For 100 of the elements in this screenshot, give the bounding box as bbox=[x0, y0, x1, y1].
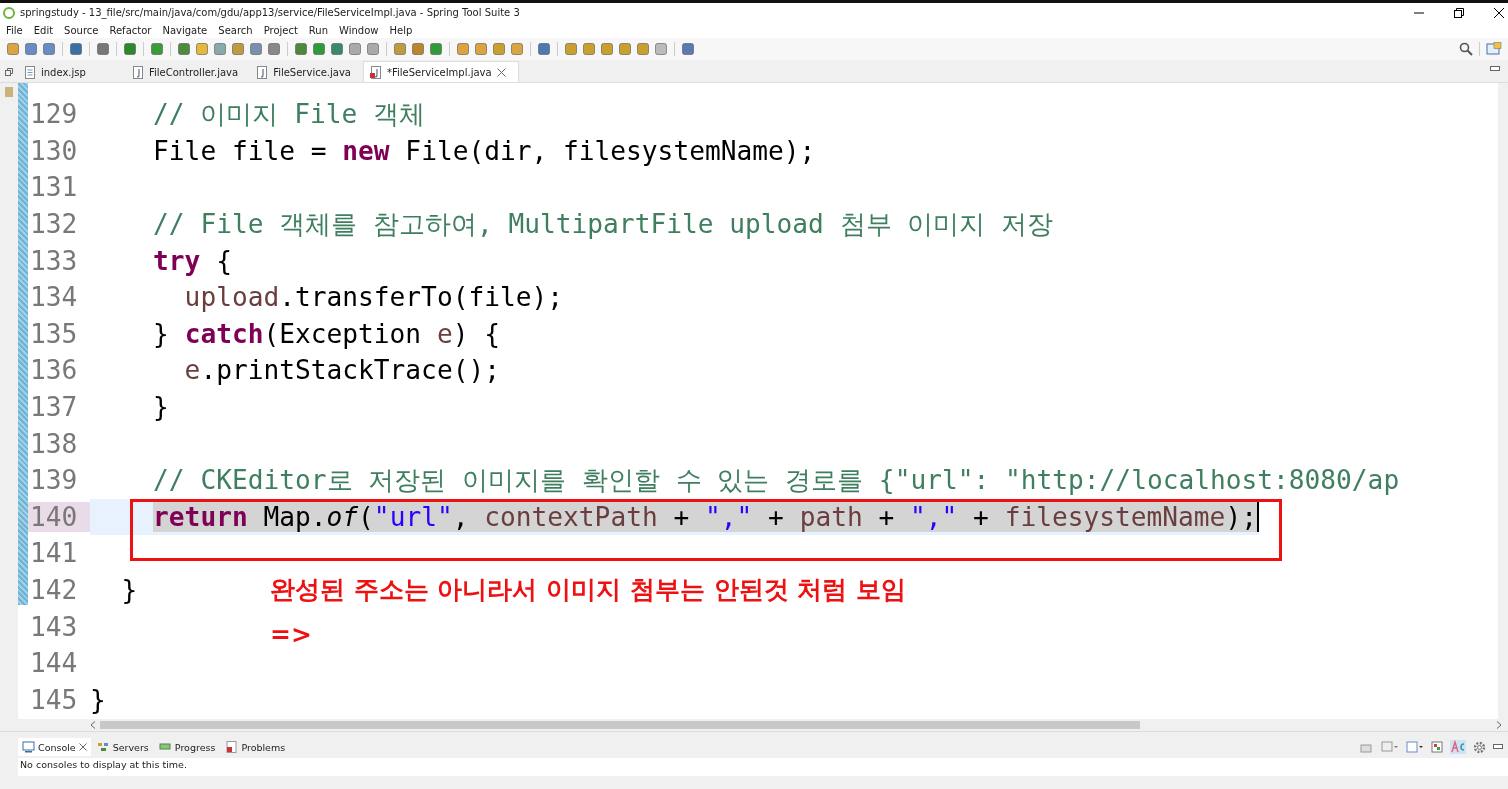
line-number: 142 bbox=[29, 575, 79, 605]
toolbar-icon[interactable] bbox=[231, 42, 245, 56]
line-number: 136 bbox=[29, 355, 79, 386]
menu-item[interactable]: Window bbox=[339, 24, 379, 36]
toolbar-icon[interactable] bbox=[213, 42, 227, 56]
menu-item[interactable]: File bbox=[6, 24, 23, 36]
toolbar-icon[interactable] bbox=[474, 42, 488, 56]
toolbar-icon[interactable] bbox=[177, 42, 191, 56]
new-console-icon[interactable] bbox=[1406, 741, 1424, 753]
menu-item[interactable]: Search bbox=[218, 24, 253, 36]
toolbar-icon[interactable] bbox=[600, 42, 614, 56]
panel-tab[interactable]: Progress bbox=[154, 738, 220, 756]
toolbar-icon[interactable] bbox=[429, 42, 443, 56]
perspective-icon[interactable] bbox=[1486, 42, 1502, 56]
toolbar-icon[interactable] bbox=[42, 42, 56, 56]
line-number: 143 bbox=[29, 611, 79, 642]
code-line: } catch(Exception e) { bbox=[152, 317, 500, 351]
toolbar-icon[interactable] bbox=[393, 42, 407, 56]
search-icon[interactable] bbox=[1459, 42, 1473, 56]
toolbar-icon[interactable] bbox=[654, 42, 668, 56]
editor-tab[interactable]: FileController.java bbox=[126, 62, 251, 82]
toolbar-icon[interactable] bbox=[24, 42, 38, 56]
view-icon bbox=[158, 741, 172, 753]
toolbar-icon[interactable] bbox=[510, 42, 524, 56]
file-icon bbox=[24, 65, 36, 79]
panel-tab[interactable]: Servers bbox=[92, 738, 153, 756]
editor-tab[interactable]: FileService.java bbox=[250, 62, 363, 82]
line-number: 138 bbox=[29, 428, 79, 459]
code-line: e.printStackTrace(); bbox=[183, 354, 500, 388]
toolbar-icon[interactable] bbox=[330, 42, 344, 56]
annotation-text: 완성된 주소는 아니라서 이미지 첨부는 안된것 처럼 보임 bbox=[270, 574, 906, 606]
settings-icon[interactable] bbox=[1473, 740, 1486, 754]
toolbar-icon[interactable] bbox=[492, 42, 506, 56]
window-title: springstudy - 13_file/src/main/java/com/gdu/app13/service/FileServiceImpl.java - Spring Tool Suite 3 bbox=[20, 7, 520, 18]
menu-item[interactable]: Help bbox=[389, 24, 413, 36]
line-number: 139 bbox=[29, 465, 79, 496]
line-number: 131 bbox=[29, 172, 79, 203]
pin-icon[interactable] bbox=[1360, 741, 1374, 753]
toolbar-icon[interactable] bbox=[348, 42, 362, 56]
toolbar-icon[interactable] bbox=[69, 42, 83, 56]
spring-leaf-icon bbox=[3, 6, 15, 19]
line-number: 137 bbox=[29, 392, 79, 423]
horizontal-scrollbar[interactable] bbox=[0, 719, 1508, 732]
vertical-scrollbar[interactable] bbox=[1498, 83, 1508, 719]
editor-tab[interactable]: index.jsp bbox=[18, 62, 126, 82]
toolbar-icon[interactable] bbox=[267, 42, 281, 56]
menu-item[interactable]: Source bbox=[64, 24, 99, 36]
toolbar-icon[interactable] bbox=[411, 42, 425, 56]
code-line: File file = new File(dir, filesystemName); bbox=[152, 134, 816, 168]
code-line: } bbox=[120, 574, 138, 607]
toolbar-icon[interactable] bbox=[681, 42, 695, 56]
code-line: try { bbox=[152, 244, 232, 278]
palette-icon[interactable] bbox=[1431, 741, 1443, 753]
view-icon bbox=[22, 741, 35, 753]
toolbar-icon[interactable] bbox=[6, 42, 20, 56]
display-icon[interactable] bbox=[1381, 741, 1399, 753]
scroll-left-icon[interactable] bbox=[90, 721, 96, 729]
spell-check-icon[interactable] bbox=[1450, 740, 1466, 754]
code-line: // 이미지 File 객체 bbox=[152, 97, 425, 131]
code-line: upload.transferTo(file); bbox=[183, 281, 563, 315]
code-line: } bbox=[152, 391, 169, 425]
toolbar-icon[interactable] bbox=[366, 42, 380, 56]
minimize-icon[interactable] bbox=[1493, 744, 1503, 750]
menu-item[interactable]: Project bbox=[263, 24, 298, 36]
minimize-icon[interactable] bbox=[1490, 66, 1500, 72]
menu-item[interactable]: Edit bbox=[33, 24, 54, 36]
line-number: 144 bbox=[29, 648, 79, 679]
toolbar-icon[interactable] bbox=[123, 42, 137, 56]
menu-item[interactable]: Navigate bbox=[162, 24, 208, 36]
toolbar-icon[interactable] bbox=[564, 42, 578, 56]
code-line: // File 객체를 참고하여, MultipartFile upload 첨부 이미지 저장 bbox=[152, 207, 1054, 241]
annotation-text: => bbox=[270, 620, 313, 649]
toolbar-icon[interactable] bbox=[456, 42, 470, 56]
toolbar-icon[interactable] bbox=[294, 42, 308, 56]
panel-tab[interactable]: Console bbox=[18, 738, 91, 756]
toolbar-icon[interactable] bbox=[618, 42, 632, 56]
file-icon bbox=[132, 65, 144, 79]
line-number: 141 bbox=[29, 538, 79, 569]
line-number: 135 bbox=[29, 318, 79, 349]
toolbar-icon[interactable] bbox=[150, 42, 164, 56]
file-icon bbox=[256, 65, 269, 79]
toolbar-icon[interactable] bbox=[537, 42, 551, 56]
toolbar-icon[interactable] bbox=[636, 42, 650, 56]
toolbar-icon[interactable] bbox=[195, 42, 209, 56]
close-icon[interactable] bbox=[1494, 7, 1504, 18]
file-icon bbox=[369, 65, 382, 79]
menu-item[interactable]: Refactor bbox=[109, 24, 152, 36]
toolbar-icon[interactable] bbox=[582, 42, 596, 56]
panel-tab[interactable]: Problems bbox=[221, 738, 290, 756]
line-number: 132 bbox=[29, 209, 79, 240]
scroll-right-icon[interactable] bbox=[1496, 721, 1502, 729]
code-line: // CKEditor로 저장된 이미지를 확인할 수 있는 경로를 {"url": "http://localhost:8080/ap bbox=[152, 463, 1400, 497]
toolbar-icon[interactable] bbox=[96, 42, 110, 56]
restore-icon[interactable] bbox=[1454, 7, 1464, 18]
menu-item[interactable]: Run bbox=[308, 24, 329, 36]
toolbar-icon[interactable] bbox=[249, 42, 263, 56]
line-number: 133 bbox=[29, 245, 79, 276]
console-message: No consoles to display at this time. bbox=[18, 758, 1508, 776]
editor-tab[interactable]: *FileServiceImpl.java bbox=[362, 61, 519, 82]
toolbar-icon[interactable] bbox=[312, 42, 326, 56]
